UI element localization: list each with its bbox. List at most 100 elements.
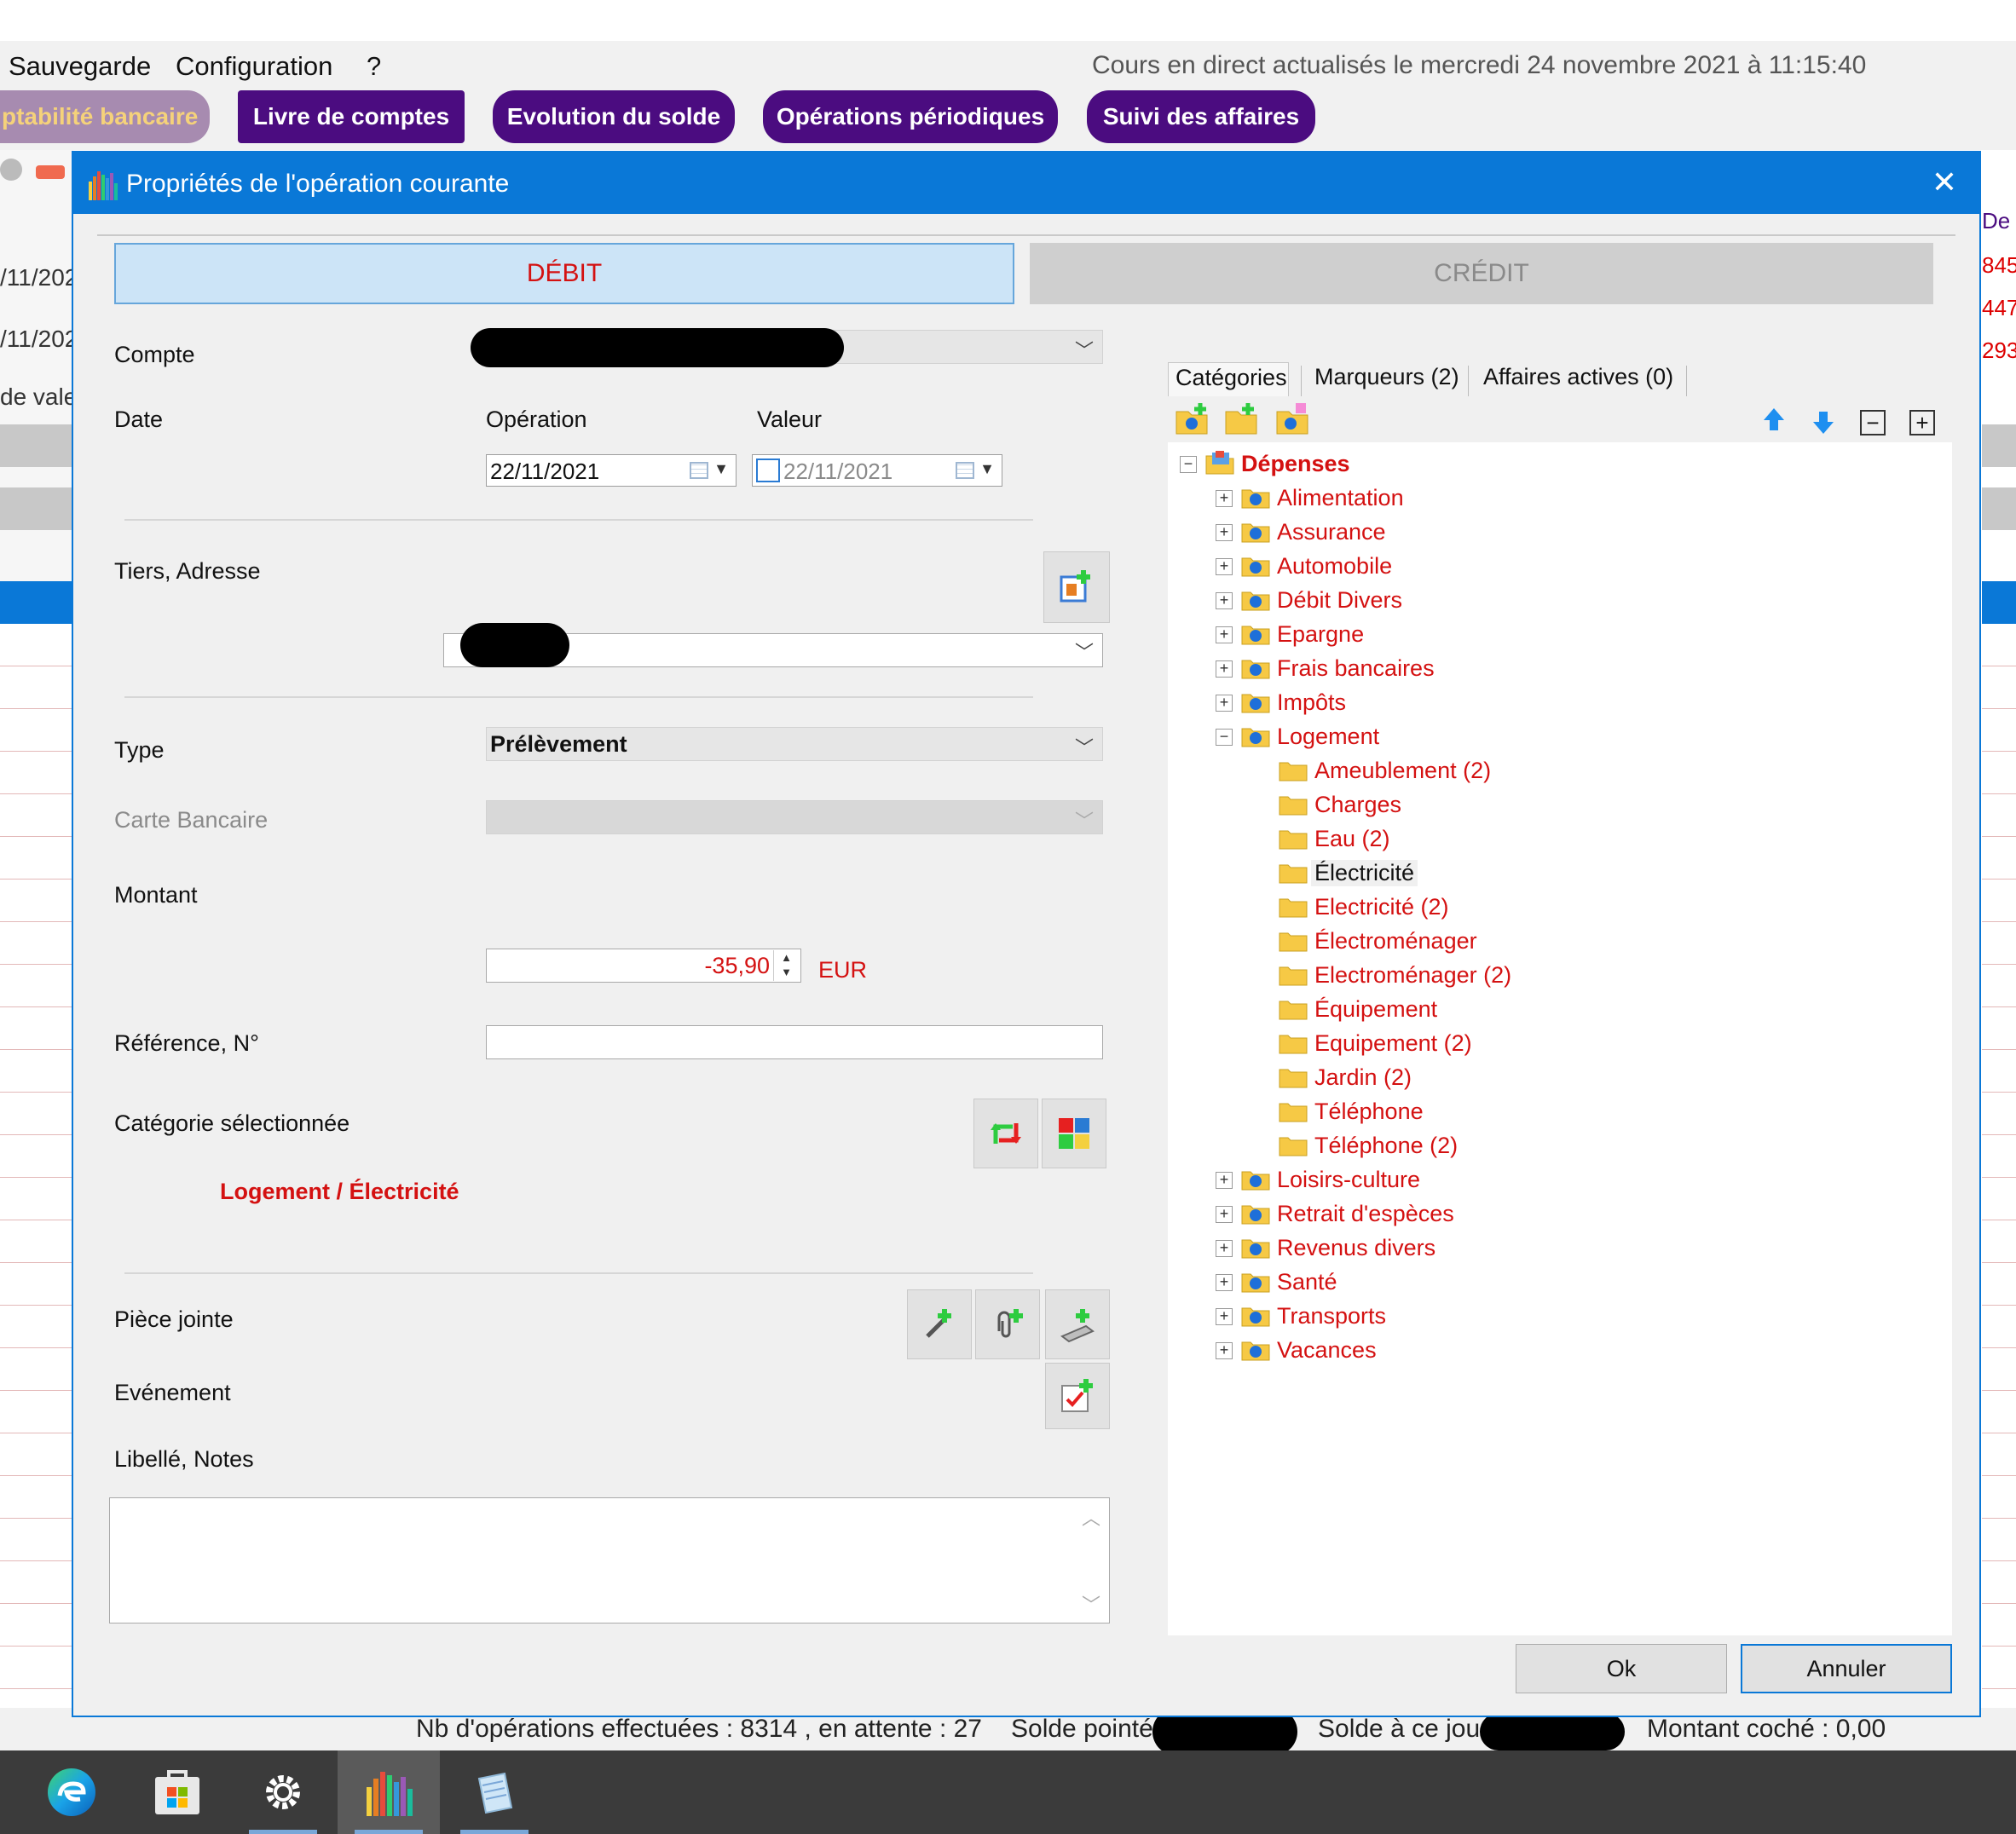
- attach-file-button[interactable]: [975, 1289, 1040, 1359]
- menu-configuration[interactable]: Configuration: [176, 51, 332, 82]
- expand-icon[interactable]: +: [1909, 410, 1935, 435]
- collapse-icon[interactable]: −: [1860, 410, 1886, 435]
- scroll-down-icon[interactable]: ﹀: [1082, 1590, 1100, 1618]
- star-folder-icon: [1241, 694, 1270, 713]
- credit-toggle[interactable]: CRÉDIT: [1030, 243, 1933, 304]
- taskbar-settings[interactable]: [232, 1750, 334, 1834]
- expand-icon[interactable]: +: [1216, 1308, 1233, 1325]
- tab-evolution-du-solde[interactable]: Evolution du solde: [493, 90, 735, 143]
- tab-affaires-actives[interactable]: Affaires actives (0): [1483, 364, 1673, 390]
- tree-node-retrait[interactable]: + Retrait d'espèces: [1168, 1197, 1935, 1231]
- tab-suivi-des-affaires[interactable]: Suivi des affaires: [1087, 90, 1315, 143]
- menu-sauvegarde[interactable]: Sauvegarde: [9, 51, 151, 82]
- expand-icon[interactable]: +: [1216, 490, 1233, 507]
- valeur-date-picker[interactable]: 22/11/2021 ▼: [752, 454, 1002, 487]
- expand-icon[interactable]: +: [1216, 558, 1233, 575]
- tree-node-sante[interactable]: + Santé: [1168, 1266, 1935, 1300]
- dialog-title-bar[interactable]: Propriétés de l'opération courante ✕: [73, 153, 1979, 214]
- taskbar-edge[interactable]: [20, 1750, 123, 1834]
- expand-icon[interactable]: +: [1216, 1240, 1233, 1257]
- tree-node-epargne[interactable]: + Epargne: [1168, 618, 1935, 652]
- tab-marqueurs[interactable]: Marqueurs (2): [1314, 364, 1459, 390]
- tree-node-logement[interactable]: − Logement: [1168, 720, 1935, 754]
- taskbar-store[interactable]: [126, 1750, 228, 1834]
- edit-category-button[interactable]: [1275, 403, 1309, 440]
- debit-toggle[interactable]: DÉBIT: [114, 243, 1014, 304]
- tree-node-child[interactable]: Équipement: [1168, 993, 1935, 1027]
- type-select[interactable]: Prélèvement ﹀: [486, 727, 1103, 761]
- expand-icon[interactable]: +: [1216, 592, 1233, 609]
- tree-node-child[interactable]: Electroménager (2): [1168, 959, 1935, 993]
- tree-node-assurance[interactable]: + Assurance: [1168, 516, 1935, 550]
- tree-node-child[interactable]: Electricité (2): [1168, 891, 1935, 925]
- chevron-down-icon[interactable]: ▼: [979, 460, 995, 478]
- tree-node-alimentation[interactable]: + Alimentation: [1168, 482, 1935, 516]
- expand-icon[interactable]: +: [1216, 660, 1233, 678]
- tree-node-child[interactable]: Téléphone: [1168, 1095, 1935, 1129]
- expand-icon[interactable]: +: [1216, 1172, 1233, 1189]
- valeur-date-checkbox[interactable]: [756, 458, 780, 482]
- taskbar-budget-app[interactable]: [338, 1750, 440, 1834]
- star-folder-icon: [1276, 403, 1308, 435]
- expand-icon[interactable]: +: [1216, 1274, 1233, 1291]
- tree-node-debit-divers[interactable]: + Débit Divers: [1168, 584, 1935, 618]
- taskbar-notepad[interactable]: [443, 1750, 546, 1834]
- tree-node-child[interactable]: Téléphone (2): [1168, 1129, 1935, 1163]
- collapse-icon[interactable]: −: [1180, 456, 1197, 473]
- tree-node-transports[interactable]: + Transports: [1168, 1300, 1935, 1334]
- folder-icon: [1279, 796, 1308, 816]
- expand-icon[interactable]: +: [1216, 524, 1233, 541]
- chevron-down-icon[interactable]: ▼: [713, 460, 729, 478]
- move-up-button[interactable]: [1759, 405, 1788, 438]
- amount-input[interactable]: -35,90 ▲ ▼: [486, 949, 801, 983]
- expand-icon[interactable]: +: [1216, 1206, 1233, 1223]
- operation-date-picker[interactable]: 22/11/2021 ▼: [486, 454, 737, 487]
- tree-node-child[interactable]: Charges: [1168, 788, 1935, 822]
- notes-textarea[interactable]: ︿ ﹀: [109, 1497, 1110, 1623]
- tree-node-loisirs[interactable]: + Loisirs-culture: [1168, 1163, 1935, 1197]
- expand-icon[interactable]: +: [1216, 626, 1233, 643]
- tree-node-child[interactable]: Eau (2): [1168, 822, 1935, 856]
- add-tiers-button[interactable]: [1043, 551, 1110, 623]
- add-event-button[interactable]: [1045, 1363, 1110, 1429]
- tab-livre-de-comptes[interactable]: Livre de comptes: [238, 90, 465, 143]
- amount-stepper[interactable]: ▲ ▼: [773, 950, 799, 981]
- menu-help[interactable]: ?: [367, 51, 381, 82]
- folder-icon: [1225, 403, 1257, 435]
- tree-node-root[interactable]: − Dépenses: [1168, 447, 1935, 482]
- scroll-up-icon[interactable]: ︿: [1082, 1503, 1100, 1531]
- tab-comptabilite-bancaire[interactable]: ptabilité bancaire: [0, 90, 210, 143]
- tree-node-revenus[interactable]: + Revenus divers: [1168, 1231, 1935, 1266]
- collapse-icon[interactable]: −: [1216, 729, 1233, 746]
- add-category-button[interactable]: [1175, 403, 1209, 440]
- attach-link-button[interactable]: [907, 1289, 972, 1359]
- move-down-button[interactable]: [1809, 408, 1838, 441]
- cancel-button[interactable]: Annuler: [1741, 1644, 1952, 1693]
- tree-node-selected[interactable]: Électricité: [1168, 856, 1935, 891]
- expand-icon[interactable]: +: [1216, 1342, 1233, 1359]
- folder-icon: [1279, 864, 1308, 884]
- tree-node-automobile[interactable]: + Automobile: [1168, 550, 1935, 584]
- app-bars-icon: [367, 1772, 413, 1816]
- tree-node-impots[interactable]: + Impôts: [1168, 686, 1935, 720]
- tab-categories[interactable]: Catégories: [1168, 362, 1289, 396]
- expand-icon[interactable]: +: [1216, 695, 1233, 712]
- tree-node-child[interactable]: Jardin (2): [1168, 1061, 1935, 1095]
- color-category-button[interactable]: [1042, 1099, 1106, 1168]
- ok-button[interactable]: Ok: [1516, 1644, 1727, 1693]
- reference-input[interactable]: [486, 1025, 1103, 1059]
- tree-node-frais-bancaires[interactable]: + Frais bancaires: [1168, 652, 1935, 686]
- tree-node-child[interactable]: Equipement (2): [1168, 1027, 1935, 1061]
- cell-amount: 845: [1982, 252, 2016, 278]
- tab-operations-periodiques[interactable]: Opérations périodiques: [763, 90, 1058, 143]
- calendar-icon[interactable]: [956, 462, 974, 479]
- add-subfolder-button[interactable]: [1224, 403, 1258, 440]
- calendar-icon[interactable]: [690, 462, 708, 479]
- close-icon[interactable]: ✕: [1932, 164, 1957, 200]
- attach-scan-button[interactable]: [1045, 1289, 1110, 1359]
- tree-node-vacances[interactable]: + Vacances: [1168, 1334, 1935, 1368]
- category-tree: − Dépenses + Alimentation + Assurance + …: [1168, 442, 1952, 1635]
- swap-category-button[interactable]: [973, 1099, 1038, 1168]
- tree-node-child[interactable]: Ameublement (2): [1168, 754, 1935, 788]
- tree-node-child[interactable]: Électroménager: [1168, 925, 1935, 959]
